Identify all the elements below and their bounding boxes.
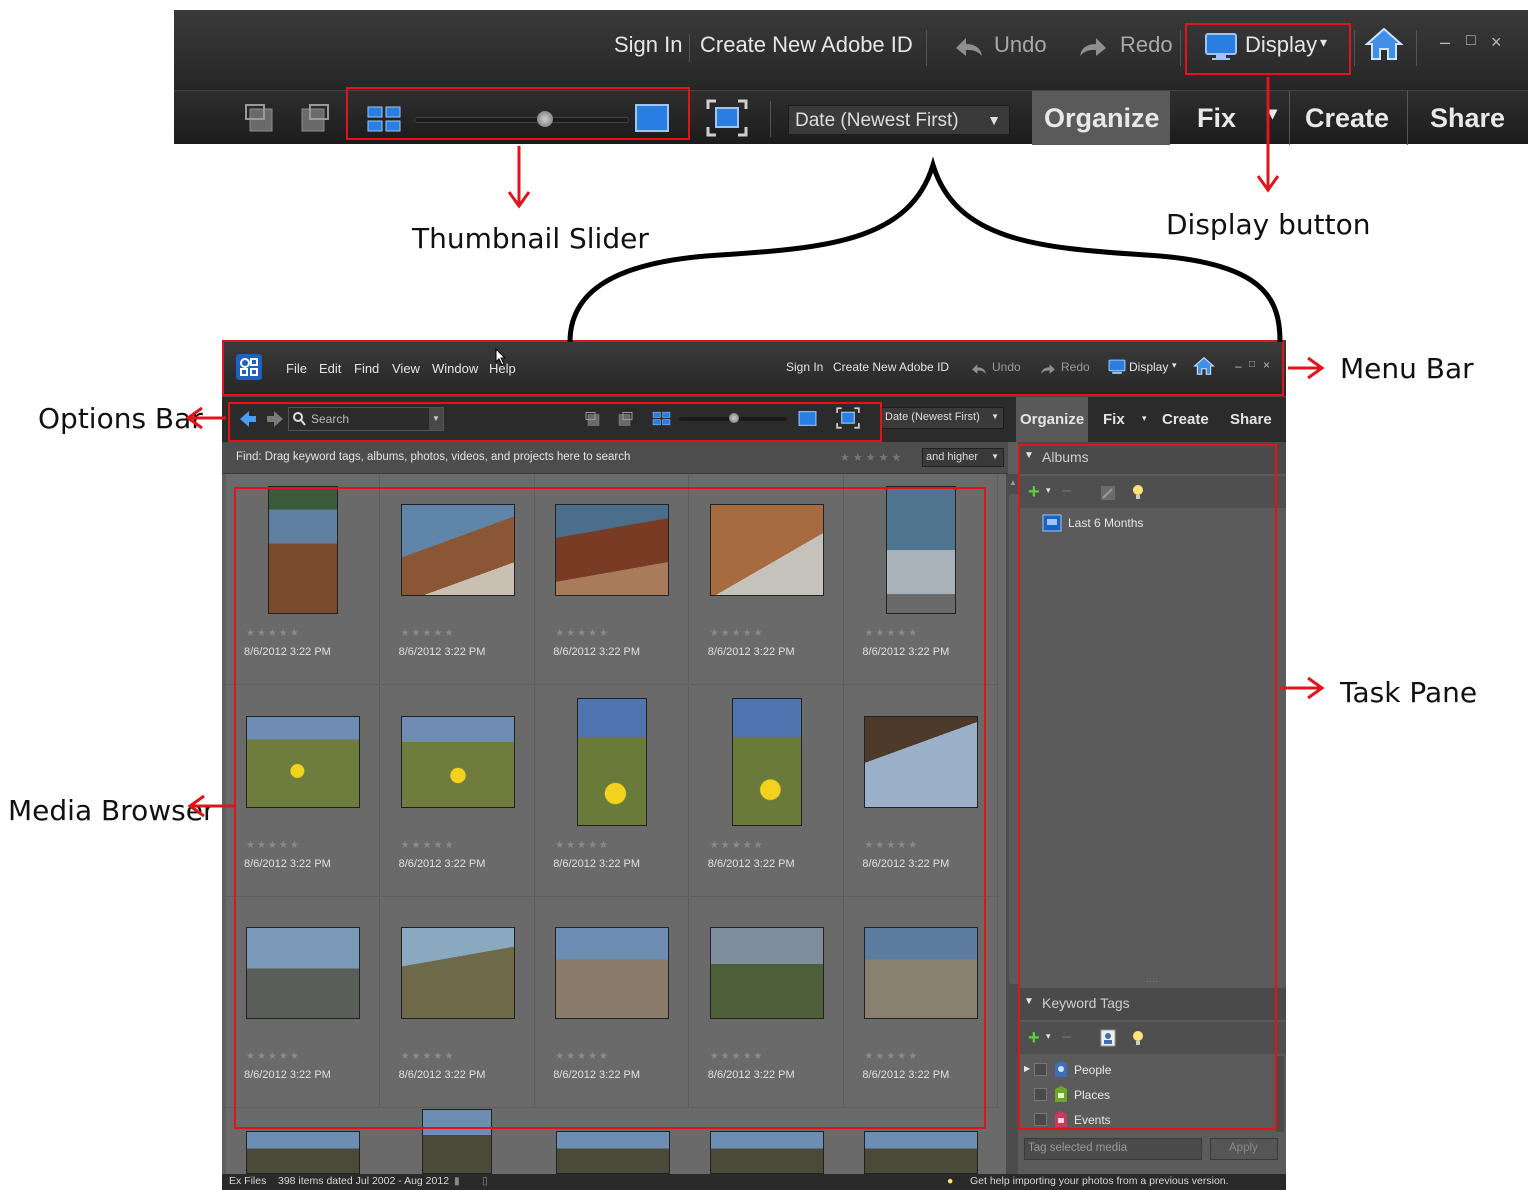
annotation-overlay [185, 77, 1325, 818]
brace-connector [567, 156, 1283, 343]
